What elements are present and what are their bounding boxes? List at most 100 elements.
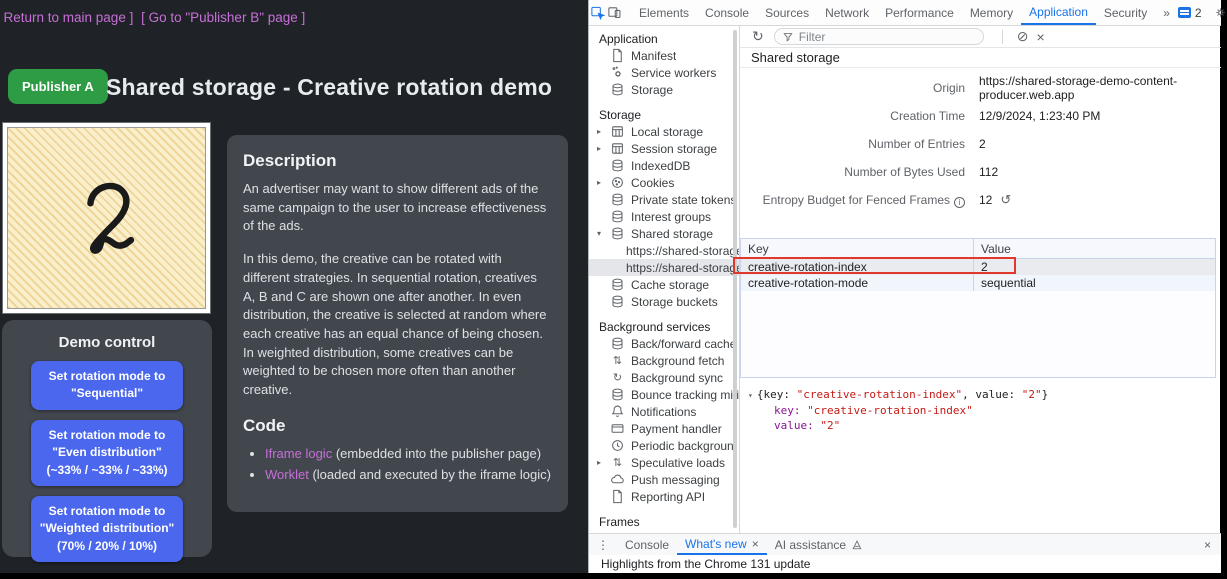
arrows-up-down-icon: ⇅ [610,456,625,469]
sidebar-scrollbar[interactable] [733,30,737,528]
worklet-link[interactable]: Worklet [265,467,309,482]
filter-input[interactable] [799,30,959,44]
tab-elements[interactable]: Elements [631,1,697,25]
iframe-logic-link[interactable]: Iframe logic [265,446,332,461]
sidebar-item-push-messaging[interactable]: Push messaging [589,471,739,488]
return-main-link[interactable]: [ Return to main page ] [0,10,133,25]
database-icon [610,82,625,97]
service-worker-icon [610,65,625,80]
drawer-tab-whats-new[interactable]: What's new× [677,535,767,555]
settings-gear-icon[interactable] [1211,3,1227,23]
sidebar-item-local-storage[interactable]: ▸Local storage [589,123,739,140]
clear-all-icon[interactable]: ⊘ [1013,28,1033,45]
sidebar-item-service-workers[interactable]: Service workers [589,64,739,81]
preview-summary-line[interactable]: ▾{key: "creative-rotation-index", value:… [748,387,1221,403]
sidebar-item-periodic-background-sync[interactable]: Periodic backgroun… [589,437,739,454]
database-icon [610,277,625,292]
sidebar-item-speculative-loads[interactable]: ▸⇅ Speculative loads [589,454,739,471]
close-drawer-icon[interactable]: × [1204,538,1221,552]
sidebar-item-label: Cookies [631,176,674,190]
drawer-menu-icon[interactable]: ⋮ [589,538,617,552]
sidebar-item-shared-storage-origin-1[interactable]: https://shared-storage… [589,242,739,259]
sidebar-item-manifest[interactable]: Manifest [589,47,739,64]
tab-network[interactable]: Network [817,1,877,25]
document-icon [610,48,625,63]
issues-badge[interactable]: 2 [1178,6,1202,20]
set-even-distribution-button[interactable]: Set rotation mode to "Even distribution"… [31,420,183,486]
device-toolbar-icon[interactable] [607,3,622,23]
sidebar-item-cache-storage[interactable]: Cache storage [589,276,739,293]
tab-performance[interactable]: Performance [877,1,962,25]
description-paragraph-2: In this demo, the creative can be rotate… [243,250,552,400]
reset-budget-icon[interactable]: ↺ [1000,192,1011,208]
panel-title: Shared storage [740,48,1221,68]
tab-application[interactable]: Application [1021,1,1096,25]
sidebar-item-notifications[interactable]: Notifications [589,403,739,420]
publisher-b-link[interactable]: [ Go to "Publisher B" page ] [141,10,305,25]
tab-console[interactable]: Console [697,1,757,25]
sidebar-item-cookies[interactable]: ▸ Cookies [589,174,739,191]
column-header-value[interactable]: Value [974,239,1215,258]
sidebar-item-shared-storage[interactable]: ▾Shared storage [589,225,739,242]
sidebar-item-label: Background fetch [631,354,724,368]
sidebar-item-session-storage[interactable]: ▸Session storage [589,140,739,157]
chevron-right-icon[interactable]: ▸ [597,458,610,467]
set-weighted-distribution-button[interactable]: Set rotation mode to "Weighted distribut… [31,496,183,562]
sidebar-item-interest-groups[interactable]: Interest groups [589,208,739,225]
sidebar-item-background-fetch[interactable]: ⇅Background fetch [589,352,739,369]
sidebar-item-private-state-tokens[interactable]: Private state tokens [589,191,739,208]
column-header-key[interactable]: Key [741,239,974,258]
sidebar-item-indexeddb[interactable]: IndexedDB [589,157,739,174]
refresh-icon[interactable]: ↻ [748,28,768,45]
chevron-right-icon[interactable]: ▸ [597,178,610,187]
handwritten-two-glyph [61,170,153,266]
sidebar-item-storage-buckets[interactable]: Storage buckets [589,293,739,310]
table-row[interactable]: creative-rotation-mode sequential [741,275,1215,291]
chevron-right-icon[interactable]: ▸ [597,127,610,136]
sidebar-section-storage: Storage [589,106,739,123]
sidebar-item-label: Cache storage [631,278,709,292]
more-tabs-icon[interactable]: » [1155,1,1178,25]
filter-box[interactable] [774,28,984,45]
sidebar-item-background-sync[interactable]: ↻Background sync [589,369,739,386]
demo-control-panel: Demo control Set rotation mode to "Seque… [2,320,212,557]
sidebar-item-label: Service workers [631,66,716,80]
devtools-tabbar: Elements Console Sources Network Perform… [589,0,1221,26]
tab-security[interactable]: Security [1096,1,1155,25]
sidebar-item-label: Background sync [631,371,723,385]
info-icon[interactable]: i [954,197,965,208]
field-value: 12/9/2024, 1:23:40 PM [979,109,1100,123]
clock-icon [610,438,625,453]
sidebar-item-label: Push messaging [631,473,720,487]
delete-selected-icon[interactable]: × [1032,29,1048,45]
description-paragraph-1: An advertiser may want to show different… [243,180,552,236]
field-number-of-entries: Number of Entries 2 [740,130,1221,158]
chevron-down-icon[interactable]: ▾ [597,229,610,238]
sidebar-section-frames: Frames [589,513,739,530]
sidebar-item-bounce-tracking[interactable]: Bounce tracking miti… [589,386,739,403]
description-panel: Description An advertiser may want to sh… [227,135,568,512]
inspect-element-icon[interactable] [590,3,605,23]
sidebar-item-label: Speculative loads [631,456,725,470]
ad-creative-frame [2,122,211,314]
sidebar-item-shared-storage-origin-2[interactable]: https://shared-storage… [589,259,739,276]
drawer-tab-console[interactable]: Console [617,535,677,555]
whats-new-heading: Highlights from the Chrome 131 update [601,557,810,571]
cell-key: creative-rotation-mode [741,275,974,291]
sidebar-section-background-services: Background services [589,318,739,335]
funnel-icon [782,31,794,43]
drawer-tab-ai-assistance[interactable]: AI assistance [767,535,871,555]
close-tab-icon[interactable]: × [752,535,759,553]
sidebar-item-reporting-api[interactable]: Reporting API [589,488,739,505]
sidebar-item-payment-handler[interactable]: Payment handler [589,420,739,437]
field-value: https://shared-storage-demo-content-prod… [979,74,1221,102]
tab-memory[interactable]: Memory [962,1,1021,25]
table-icon [610,124,625,139]
drawer-tabbar: ⋮ Console What's new× AI assistance × [589,533,1221,555]
expand-arrow-icon[interactable]: ▾ [748,391,753,400]
sidebar-item-storage[interactable]: Storage [589,81,739,98]
tab-sources[interactable]: Sources [757,1,817,25]
chevron-right-icon[interactable]: ▸ [597,144,610,153]
set-sequential-button[interactable]: Set rotation mode to "Sequential" [31,361,183,410]
sidebar-item-back-forward-cache[interactable]: Back/forward cache [589,335,739,352]
